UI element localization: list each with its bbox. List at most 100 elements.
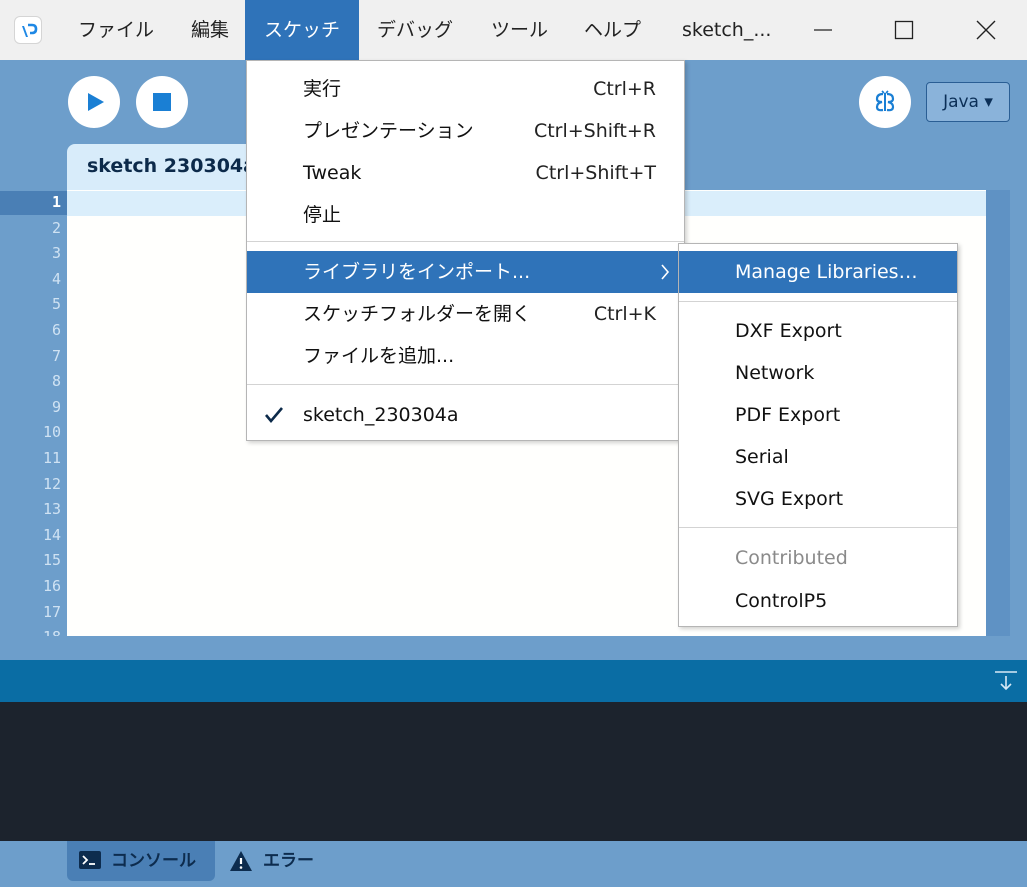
menu-item-manage-libraries[interactable]: Manage Libraries… <box>679 251 957 293</box>
menu-help[interactable]: ヘルプ <box>565 0 660 60</box>
line-number: 3 <box>51 244 61 263</box>
library-item[interactable]: DXF Export <box>679 310 957 352</box>
library-item[interactable]: Network <box>679 352 957 394</box>
line-number: 6 <box>51 321 61 339</box>
line-number: 16 <box>42 577 61 595</box>
line-number: 8 <box>51 372 61 391</box>
warning-icon <box>230 851 252 871</box>
menu-item-tweak[interactable]: Tweak Ctrl+Shift+T <box>247 152 684 194</box>
menu-item-label: sketch_230304a <box>303 404 459 426</box>
close-icon <box>976 20 996 40</box>
line-number: 15 <box>42 551 61 570</box>
checkmark-icon <box>265 407 283 424</box>
menu-separator <box>679 301 957 302</box>
menu-item-present[interactable]: プレゼンテーション Ctrl+Shift+R <box>247 110 684 152</box>
submenu-arrow-icon <box>661 264 670 280</box>
menu-item-label: 停止 <box>303 204 342 226</box>
mode-selector[interactable]: Java ▾ <box>926 82 1010 122</box>
menu-item-label: Tweak <box>303 162 362 184</box>
menu-sketch[interactable]: スケッチ <box>245 0 359 60</box>
line-number: 7 <box>51 346 61 365</box>
menubar: ファイル 編集 スケッチ デバッグ ツール ヘルプ sketch_... <box>0 0 1027 60</box>
editor-scrollbar[interactable] <box>986 190 1027 636</box>
library-item[interactable]: ControlP5 <box>679 580 957 622</box>
errors-tab-label: エラー <box>263 851 314 871</box>
maximize-icon <box>894 20 914 40</box>
footer-tabs: コンソール エラー <box>0 841 1027 887</box>
line-number: 2 <box>51 218 61 237</box>
console-divider-bar[interactable] <box>0 660 1027 702</box>
line-number: 17 <box>42 602 61 621</box>
menu-section-label: Contributed <box>735 547 848 569</box>
line-number: 10 <box>42 423 61 442</box>
menu-item-label: ライブラリをインポート... <box>303 261 531 283</box>
menu-item-add-file[interactable]: ファイルを追加... <box>247 335 684 377</box>
errors-tab[interactable]: エラー <box>229 841 339 881</box>
menu-item-label: DXF Export <box>735 320 842 342</box>
menu-item-label: ファイルを追加... <box>303 345 455 367</box>
menu-file[interactable]: ファイル <box>59 0 173 60</box>
menu-separator <box>679 527 957 528</box>
menu-debug[interactable]: デバッグ <box>358 0 472 60</box>
menu-item-label: プレゼンテーション <box>303 120 474 142</box>
close-window-button[interactable] <box>945 0 1027 60</box>
line-number: 18 <box>43 628 61 636</box>
menu-sketch-name[interactable]: sketch_... <box>663 0 790 60</box>
menu-separator <box>247 384 684 385</box>
debug-butterfly-icon <box>875 90 895 112</box>
menu-item-import-library[interactable]: ライブラリをインポート... <box>247 251 684 293</box>
menu-item-label: Serial <box>735 446 789 468</box>
menu-edit[interactable]: 編集 <box>172 0 248 60</box>
library-item[interactable]: Serial <box>679 436 957 478</box>
library-item[interactable]: PDF Export <box>679 394 957 436</box>
menu-item-label: スケッチフォルダーを開く <box>303 303 532 325</box>
line-number: 4 <box>51 269 61 288</box>
import-library-submenu: Manage Libraries… DXF Export Network PDF… <box>678 243 958 627</box>
line-number: 1 <box>51 193 61 211</box>
status-bar <box>0 636 1027 660</box>
scrollbar-track[interactable] <box>986 190 1010 636</box>
menu-item-label: SVG Export <box>735 488 844 510</box>
line-number: 12 <box>42 474 61 493</box>
maximize-button[interactable] <box>863 0 945 60</box>
processing-logo-icon <box>14 16 42 44</box>
menu-item-sketch-tab[interactable]: sketch_230304a <box>247 394 684 436</box>
line-number: 9 <box>51 397 61 416</box>
line-number: 14 <box>42 525 61 544</box>
menu-item-shortcut: Ctrl+K <box>593 303 656 325</box>
menu-separator <box>247 241 684 242</box>
menu-item-label: Manage Libraries… <box>735 261 918 283</box>
menu-item-label: ControlP5 <box>735 590 828 612</box>
library-item[interactable]: SVG Export <box>679 478 957 520</box>
stop-button[interactable] <box>136 76 188 128</box>
menu-item-stop[interactable]: 停止 <box>247 194 684 236</box>
menu-item-shortcut: Ctrl+Shift+R <box>533 120 656 142</box>
menu-item-shortcut: Ctrl+Shift+T <box>535 162 656 184</box>
menu-item-label: Network <box>735 362 815 384</box>
console-tab[interactable]: コンソール <box>67 841 215 881</box>
menu-item-shortcut: Ctrl+R <box>593 78 656 100</box>
menu-tools[interactable]: ツール <box>472 0 567 60</box>
tab-sketch[interactable]: sketch 230304a <box>67 144 267 190</box>
minimize-icon <box>814 29 832 31</box>
console-output[interactable] <box>0 702 1027 841</box>
sketch-menu-dropdown: 実行 Ctrl+R プレゼンテーション Ctrl+Shift+R Tweak C… <box>246 60 685 441</box>
line-number: 13 <box>42 500 61 519</box>
line-number-gutter: 123456789101112131415161718 <box>0 190 67 636</box>
console-tab-label: コンソール <box>111 851 196 871</box>
play-icon <box>88 93 104 111</box>
line-number: 5 <box>51 295 61 314</box>
run-button[interactable] <box>68 76 120 128</box>
menu-item-label: 実行 <box>303 78 342 100</box>
menu-item-run[interactable]: 実行 Ctrl+R <box>247 68 684 110</box>
terminal-icon <box>79 851 101 869</box>
contributed-header: Contributed <box>679 537 957 579</box>
minimize-button[interactable] <box>782 0 864 60</box>
line-number: 11 <box>42 449 61 467</box>
tab-label: sketch 230304a <box>87 155 256 177</box>
debugger-button[interactable] <box>859 76 911 128</box>
menu-item-label: PDF Export <box>735 404 841 426</box>
stop-icon <box>153 93 171 111</box>
menu-item-show-sketch-folder[interactable]: スケッチフォルダーを開く Ctrl+K <box>247 293 684 335</box>
collapse-console-icon[interactable] <box>994 670 1018 692</box>
